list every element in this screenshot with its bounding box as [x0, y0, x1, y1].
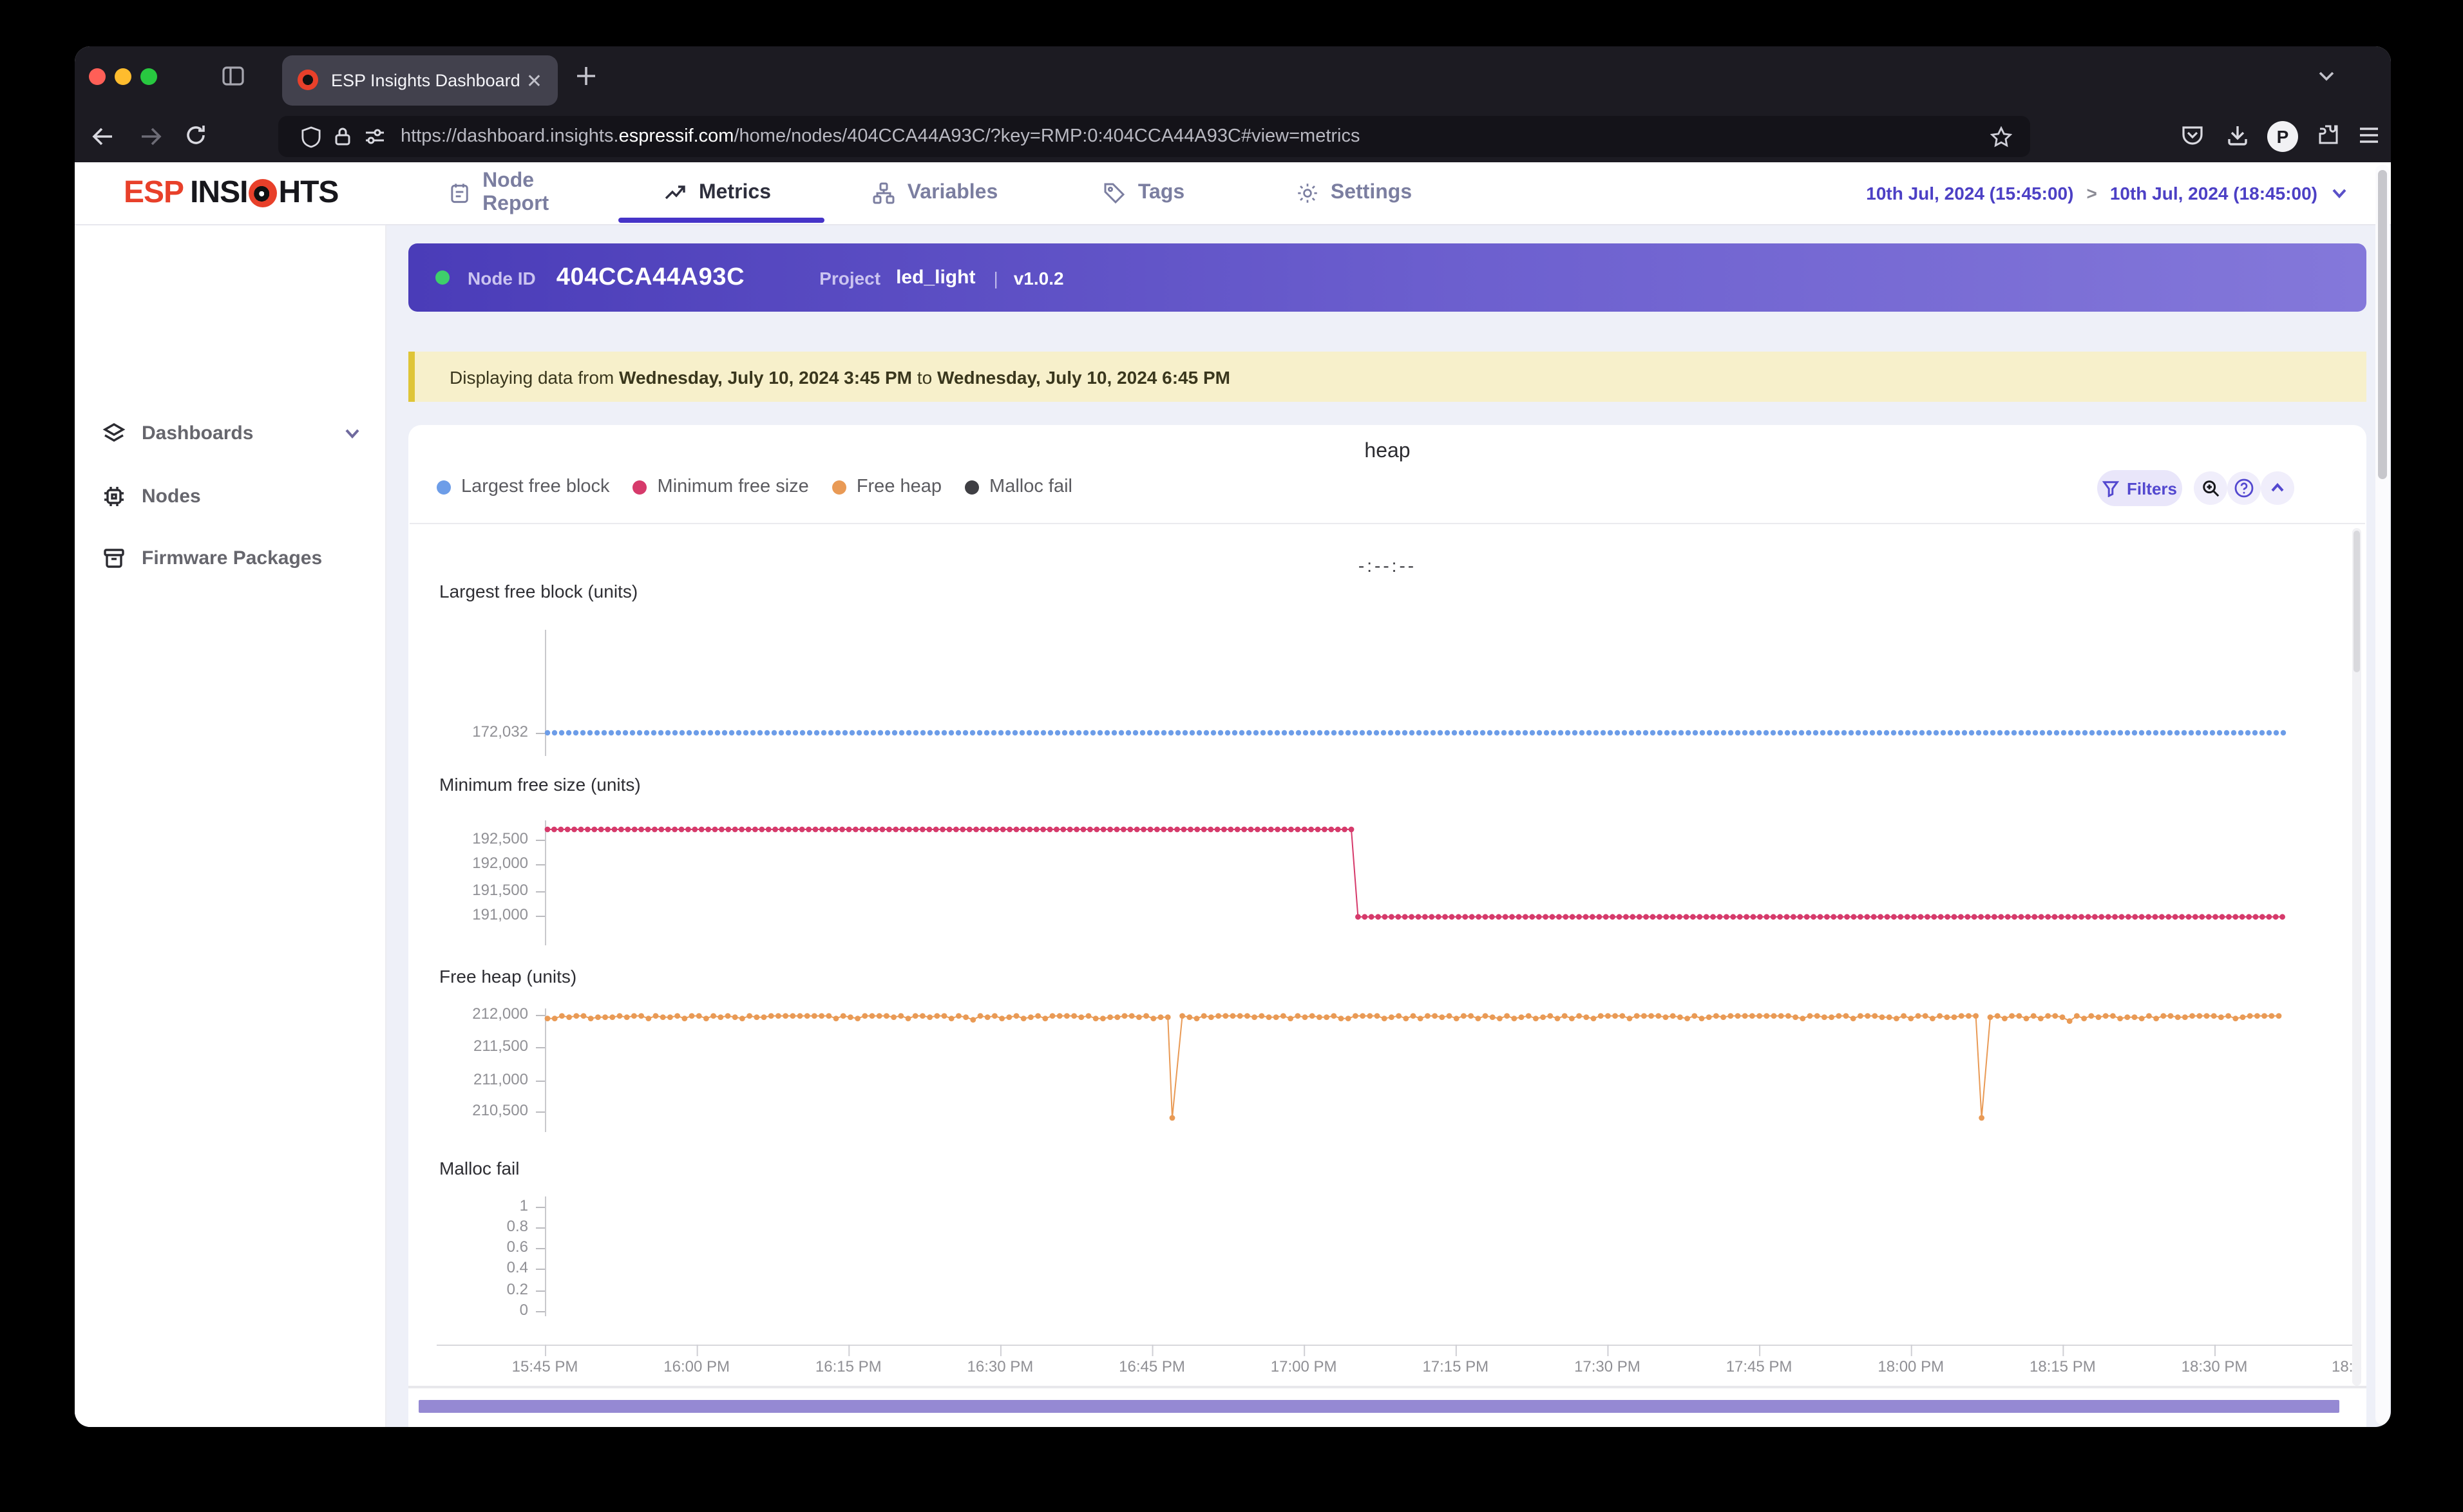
legend-item[interactable]: Free heap — [832, 477, 942, 497]
extensions-puzzle-icon[interactable] — [2316, 122, 2341, 147]
sidebar-item-firmware-packages[interactable]: Firmware Packages — [75, 534, 385, 581]
tab-tags[interactable]: Tags — [1079, 162, 1208, 223]
date-range-notice: Displaying data from Wednesday, July 10,… — [408, 352, 2366, 402]
funnel-icon — [2102, 480, 2119, 496]
filters-button[interactable]: Filters — [2097, 470, 2182, 506]
legend-dot — [632, 480, 647, 494]
browser-window: ESP Insights Dashboard ✕ https://dashboa… — [75, 46, 2391, 1427]
screen: ESP Insights Dashboard ✕ https://dashboa… — [0, 0, 2463, 1512]
chevron-up-icon — [2271, 482, 2284, 492]
reload-button[interactable] — [184, 124, 207, 147]
tracking-protection-shield-icon[interactable] — [301, 126, 321, 147]
trend-up-icon — [665, 185, 686, 199]
clipboard-icon — [451, 183, 468, 203]
sidebar: Dashboards Nodes Firmware Packages Ac — [75, 224, 386, 1427]
lock-icon[interactable] — [334, 126, 352, 147]
page-scrollbar-track[interactable] — [2375, 165, 2390, 1424]
legend-item[interactable]: Largest free block — [437, 477, 610, 497]
tab-variables[interactable]: Variables — [858, 162, 1013, 223]
node-banner: Node ID 404CCA44A93C Project led_light |… — [408, 243, 2366, 312]
date-range-picker[interactable]: 10th Jul, 2024 (15:45:00) > 10th Jul, 20… — [1866, 162, 2348, 223]
new-tab-button[interactable] — [575, 64, 598, 88]
chevron-down-icon[interactable] — [343, 423, 362, 442]
chevron-down-icon — [2332, 188, 2346, 198]
profile-avatar[interactable]: P — [2267, 121, 2298, 152]
permissions-sliders-icon[interactable] — [365, 128, 385, 146]
date-separator: > — [2086, 182, 2097, 203]
magnifier-plus-icon — [2202, 480, 2219, 496]
project-label: Project — [819, 267, 881, 288]
sidebar-item-dashboards[interactable]: Dashboards — [75, 410, 385, 456]
brush-range-bar[interactable] — [419, 1400, 2339, 1413]
close-window-button[interactable] — [89, 68, 106, 85]
date-from: 10th Jul, 2024 (15:45:00) — [1866, 182, 2074, 203]
minimize-window-button[interactable] — [115, 68, 131, 85]
date-to: 10th Jul, 2024 (18:45:00) — [2109, 182, 2317, 203]
url-bar[interactable]: https://dashboard.insights.espressif.com… — [278, 116, 2030, 157]
collapse-panel-button[interactable] — [2261, 471, 2294, 505]
node-online-status-dot — [435, 270, 450, 285]
url-text: https://dashboard.insights.espressif.com… — [401, 126, 1360, 147]
forward-button[interactable] — [138, 124, 164, 149]
browser-tab[interactable]: ESP Insights Dashboard ✕ — [282, 55, 558, 106]
gear-icon — [1298, 183, 1317, 202]
active-tab-underline — [618, 218, 824, 223]
tab-favicon — [298, 70, 318, 90]
logo-lens-icon — [249, 179, 278, 207]
menu-hamburger-icon[interactable] — [2357, 125, 2381, 146]
fw-version: v1.0.2 — [1013, 267, 1064, 288]
node-id-value: 404CCA44A93C — [556, 263, 745, 290]
legend-dot — [832, 480, 846, 494]
sidebar-item-nodes[interactable]: Nodes — [75, 473, 385, 519]
archive-box-icon — [100, 545, 126, 570]
card-divider — [410, 523, 2365, 524]
tab-node-report[interactable]: Node Report — [448, 162, 603, 223]
node-id-label: Node ID — [468, 267, 536, 288]
project-name: led_light — [896, 267, 976, 288]
question-circle-icon — [2234, 478, 2254, 498]
zoom-in-button[interactable] — [2194, 471, 2227, 505]
tab-title: ESP Insights Dashboard — [331, 71, 520, 90]
page-scrollbar-thumb[interactable] — [2378, 170, 2387, 479]
layers-icon — [100, 421, 126, 445]
browser-chrome: ESP Insights Dashboard ✕ https://dashboa… — [75, 46, 2391, 162]
legend-dot — [965, 480, 980, 494]
banner-divider: | — [993, 267, 998, 288]
back-button[interactable] — [90, 124, 116, 149]
tab-metrics[interactable]: Metrics — [640, 162, 795, 223]
sidebar-toggle-icon[interactable] — [220, 63, 246, 89]
downloads-icon[interactable] — [2226, 124, 2249, 147]
esp-insights-logo: ESP INSI HTS — [124, 175, 339, 210]
help-button[interactable] — [2227, 471, 2261, 505]
card-scrollbar-track[interactable] — [2352, 528, 2361, 1386]
sitemap-icon — [873, 182, 895, 203]
notice-text: Displaying data from Wednesday, July 10,… — [450, 366, 1230, 387]
chip-icon — [100, 484, 126, 508]
refresh-timer: -:--:-- — [1358, 555, 1417, 576]
chart-legend: Largest free block Minimum free size Fre… — [437, 477, 1072, 497]
zoom-window-button[interactable] — [140, 68, 157, 85]
card-scrollbar-thumb[interactable] — [2354, 531, 2360, 672]
legend-item[interactable]: Malloc fail — [965, 477, 1072, 497]
tab-settings[interactable]: Settings — [1277, 162, 1431, 223]
tag-icon — [1105, 182, 1125, 203]
legend-item[interactable]: Minimum free size — [632, 477, 809, 497]
panel-title: heap — [1364, 440, 1411, 462]
tab-close-icon[interactable]: ✕ — [526, 69, 542, 92]
bookmark-star-icon[interactable] — [1990, 126, 2012, 147]
legend-dot — [437, 480, 451, 494]
pocket-icon[interactable] — [2181, 124, 2204, 147]
tab-list-chevron-icon[interactable] — [2316, 66, 2337, 86]
